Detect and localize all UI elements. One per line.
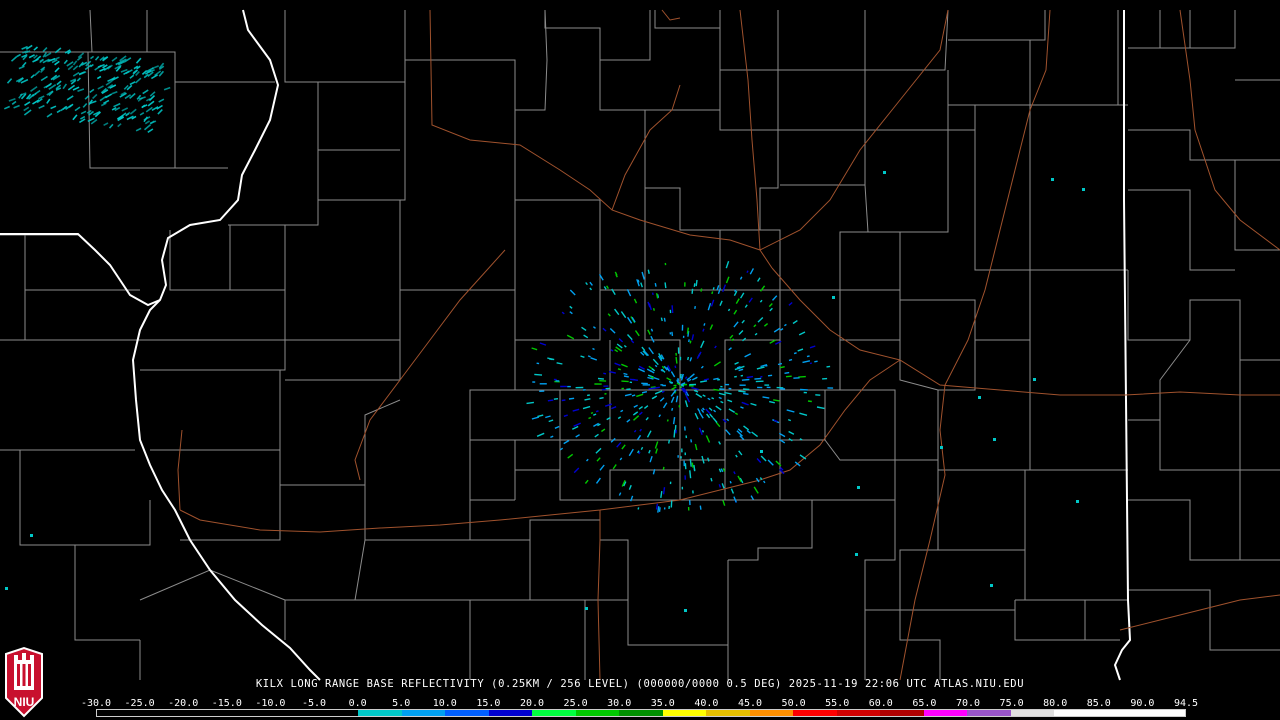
colorbar-tick-label: 10.0	[432, 698, 457, 709]
colorbar-segment	[401, 710, 446, 716]
colorbar-segment	[358, 710, 402, 716]
colorbar-tick-label: 90.0	[1130, 698, 1155, 709]
colorbar-tick-label: 80.0	[1043, 698, 1068, 709]
colorbar-segment	[1054, 710, 1098, 716]
colorbar-segment	[662, 710, 707, 716]
svg-text:NIU: NIU	[14, 695, 35, 709]
county-borders	[0, 9, 1280, 680]
colorbar-tick-label: -25.0	[124, 698, 155, 709]
colorbar-tick-label: 75.0	[999, 698, 1024, 709]
colorbar-segment	[923, 710, 968, 716]
colorbar-tick-label: 85.0	[1086, 698, 1111, 709]
colorbar-tick-label: 50.0	[781, 698, 806, 709]
colorbar-tick-label: 15.0	[476, 698, 501, 709]
colorbar-tick-label: 30.0	[607, 698, 632, 709]
colorbar-tick-label: 35.0	[650, 698, 675, 709]
colorbar-segment	[793, 710, 837, 716]
colorbar-tick-label: -20.0	[168, 698, 199, 709]
colorbar-labels: -30.0 -25.0 -20.0 -15.0 -10.0 -5.0 0.0 5.0 10.0 1…	[81, 698, 1198, 709]
colorbar-segment	[488, 710, 533, 716]
colorbar-tick-label: 60.0	[868, 698, 893, 709]
colorbar-segment	[836, 710, 881, 716]
colorbar-segment	[967, 710, 1011, 716]
reflectivity-colorbar	[96, 709, 1186, 717]
colorbar-segment	[1141, 710, 1185, 716]
colorbar-tick-label: 40.0	[694, 698, 719, 709]
highways	[177, 9, 1280, 681]
colorbar-segment	[1097, 710, 1142, 716]
colorbar-tick-label: 55.0	[825, 698, 850, 709]
colorbar-tick-label: 20.0	[519, 698, 545, 709]
colorbar-segment	[532, 710, 576, 716]
colorbar-segment	[140, 710, 185, 716]
colorbar-segment	[227, 710, 272, 716]
radar-map	[0, 9, 1280, 681]
colorbar-segment	[575, 710, 620, 716]
colorbar-segment	[314, 710, 359, 716]
colorbar-tick-label: 5.0	[392, 698, 411, 709]
niu-logo: NIU	[5, 646, 43, 718]
product-caption: KILX LONG RANGE BASE REFLECTIVITY (0.25K…	[255, 678, 1025, 690]
colorbar-tick-label: 45.0	[737, 698, 763, 709]
colorbar-tick-label: -10.0	[255, 698, 286, 709]
colorbar-segment	[880, 710, 924, 716]
colorbar-tick-label: 70.0	[955, 698, 981, 709]
colorbar-segment	[706, 710, 750, 716]
colorbar-tick-label: 65.0	[912, 698, 937, 709]
colorbar-tick-label: 25.0	[563, 698, 588, 709]
colorbar-segment	[445, 710, 489, 716]
colorbar-segment	[97, 710, 141, 716]
colorbar-tick-label: -5.0	[301, 698, 327, 709]
colorbar-tick-label: -30.0	[80, 698, 112, 709]
colorbar-tick-label: 94.5	[1173, 698, 1199, 709]
colorbar-segment	[1010, 710, 1055, 716]
state-borders	[0, 9, 1132, 681]
colorbar-tick-label: -15.0	[211, 698, 242, 709]
colorbar-segment	[619, 710, 663, 716]
colorbar-tick-label: 0.0	[348, 698, 367, 709]
colorbar-segment	[271, 710, 315, 716]
colorbar-segment	[749, 710, 794, 716]
colorbar-segment	[184, 710, 228, 716]
